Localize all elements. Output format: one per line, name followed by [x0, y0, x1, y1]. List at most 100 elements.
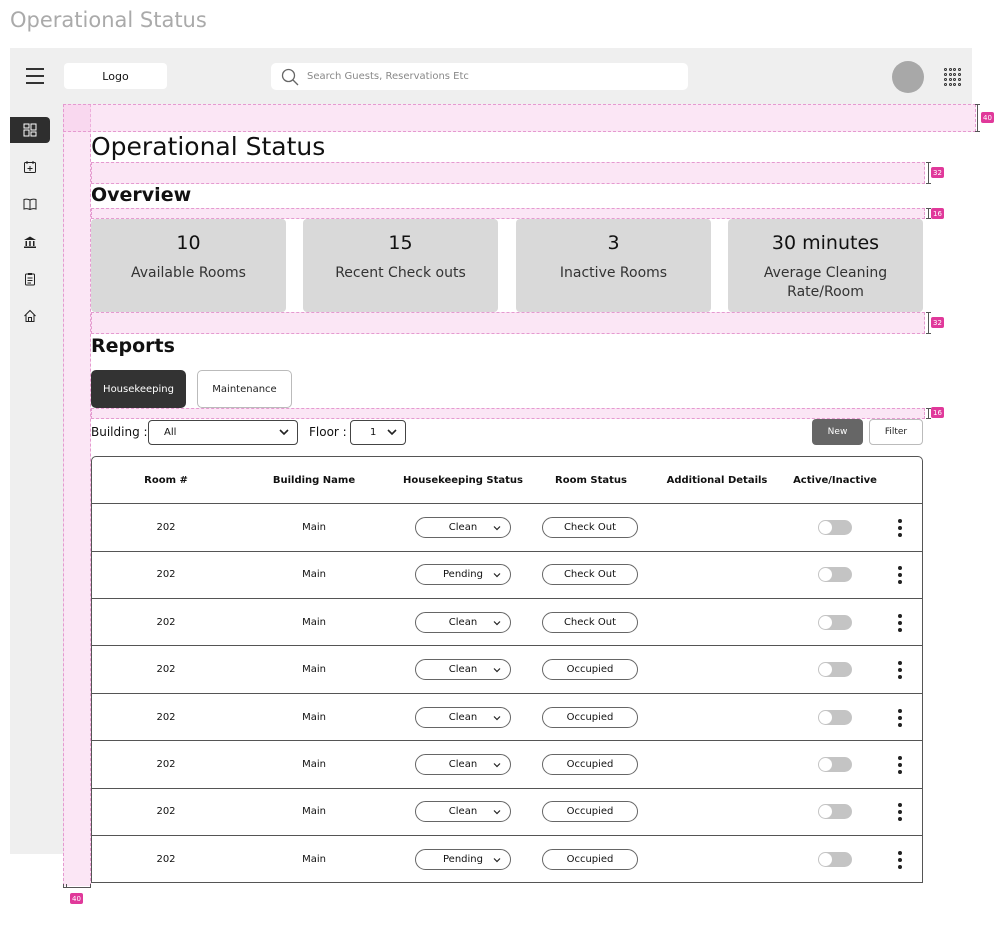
table-header: Room # Building Name Housekeeping Status…: [92, 457, 922, 504]
tab-housekeeping[interactable]: Housekeeping: [91, 370, 186, 408]
table-row: 202 Main Clean Occupied: [92, 646, 922, 694]
cell-building-name: Main: [302, 569, 326, 581]
room-status-value: Occupied: [566, 664, 614, 676]
room-status-badge: Occupied: [542, 659, 638, 681]
sidebar-item-dashboard[interactable]: [10, 117, 50, 143]
housekeeping-status-select[interactable]: Clean: [415, 517, 511, 538]
active-toggle[interactable]: [818, 709, 852, 725]
more-options-icon[interactable]: [896, 708, 904, 727]
cell-room-number: 202: [156, 569, 176, 581]
column-header-room: Room #: [144, 475, 188, 486]
housekeeping-status-select[interactable]: Clean: [415, 754, 511, 775]
spacing-tag: 16: [931, 208, 944, 219]
sidebar-item-book[interactable]: [10, 191, 50, 217]
building-select-value: All: [164, 427, 177, 438]
column-header-additional-details: Additional Details: [666, 475, 768, 486]
active-toggle[interactable]: [818, 851, 852, 867]
bank-icon: [24, 236, 36, 248]
room-status-value: Check Out: [563, 522, 617, 533]
sidebar-item-bank[interactable]: [10, 229, 50, 255]
housekeeping-status-select[interactable]: Pending: [415, 564, 511, 586]
more-options-icon[interactable]: [896, 756, 904, 774]
floor-select[interactable]: 1: [350, 420, 406, 445]
active-toggle[interactable]: [818, 804, 852, 820]
more-options-icon[interactable]: [896, 803, 904, 822]
stat-label: Inactive Rooms: [559, 265, 668, 281]
frame-title: Operational Status: [10, 8, 207, 32]
cell-room-number: 202: [156, 522, 176, 533]
stat-card-cleaning-rate: 30 minutes Average Cleaning Rate/Room: [728, 219, 923, 312]
cell-building-name: Main: [302, 853, 326, 865]
chevron-down-icon: [279, 429, 289, 436]
search-input[interactable]: [307, 71, 667, 82]
book-icon: [23, 198, 37, 211]
filter-button[interactable]: Filter: [869, 419, 923, 445]
active-toggle[interactable]: [818, 567, 852, 583]
stat-label: Recent Check outs: [335, 265, 466, 281]
column-header-active: Active/Inactive: [793, 475, 877, 486]
column-header-housekeeping-status: Housekeeping Status: [403, 475, 523, 486]
chevron-down-icon: [493, 573, 501, 578]
housekeeping-status-value: Pending: [443, 569, 483, 581]
cell-building-name: Main: [302, 522, 326, 533]
more-options-icon[interactable]: [896, 613, 904, 632]
housekeeping-status-select[interactable]: Clean: [415, 611, 511, 633]
stat-card-inactive-rooms: 3 Inactive Rooms: [516, 219, 711, 312]
sidebar-item-clipboard[interactable]: [10, 266, 50, 292]
search-icon: [281, 68, 299, 85]
reports-title: Reports: [91, 335, 175, 357]
chevron-down-icon: [493, 715, 501, 720]
more-options-icon[interactable]: [896, 519, 904, 537]
tab-maintenance[interactable]: Maintenance: [197, 370, 292, 408]
spacing-guide: [91, 208, 925, 219]
top-bar: Logo: [10, 48, 972, 104]
sidebar-item-calendar[interactable]: [10, 154, 50, 180]
active-toggle[interactable]: [818, 757, 852, 772]
stat-label: Available Rooms: [131, 265, 246, 281]
cell-room-number: 202: [156, 616, 176, 628]
chevron-down-icon: [387, 429, 397, 436]
new-button[interactable]: New: [812, 419, 863, 445]
chevron-down-icon: [493, 763, 501, 768]
housekeeping-table: Room # Building Name Housekeeping Status…: [91, 456, 923, 883]
room-status-value: Occupied: [566, 853, 614, 865]
room-status-value: Check Out: [563, 616, 617, 628]
cell-building-name: Main: [302, 806, 326, 818]
housekeeping-status-select[interactable]: Clean: [415, 801, 511, 823]
active-toggle[interactable]: [818, 614, 852, 630]
spacing-guide-left: [63, 104, 91, 886]
more-options-icon[interactable]: [896, 850, 904, 869]
cell-building-name: Main: [302, 664, 326, 676]
stat-value: 10: [176, 232, 201, 254]
cell-building-name: Main: [302, 759, 326, 770]
logo[interactable]: Logo: [64, 63, 167, 89]
housekeeping-status-select[interactable]: Pending: [415, 848, 511, 870]
cell-building-name: Main: [302, 616, 326, 628]
search-bar[interactable]: [271, 63, 688, 90]
page-title: Operational Status: [91, 132, 326, 161]
avatar[interactable]: [892, 61, 924, 93]
hamburger-menu-icon[interactable]: [26, 68, 44, 84]
column-header-building: Building Name: [272, 475, 356, 486]
table-row: 202 Main Pending Occupied: [92, 836, 922, 884]
cell-room-number: 202: [156, 664, 176, 676]
spacing-guide-top: [63, 104, 976, 132]
active-toggle[interactable]: [818, 520, 852, 535]
column-header-room-status: Room Status: [555, 475, 627, 486]
stat-card-recent-checkouts: 15 Recent Check outs: [303, 219, 498, 312]
more-options-icon[interactable]: [896, 661, 904, 680]
chevron-down-icon: [493, 668, 501, 673]
building-select[interactable]: All: [148, 420, 298, 445]
floor-select-value: 1: [370, 427, 377, 438]
sidebar-item-home[interactable]: [10, 303, 50, 329]
clipboard-icon: [25, 273, 35, 286]
cell-room-number: 202: [156, 711, 176, 723]
cell-room-number: 202: [156, 853, 176, 865]
housekeeping-status-select[interactable]: Clean: [415, 706, 511, 728]
apps-grid-icon[interactable]: [944, 68, 962, 86]
active-toggle[interactable]: [818, 662, 852, 678]
spacing-bracket: [63, 884, 91, 888]
housekeeping-status-select[interactable]: Clean: [415, 659, 511, 681]
more-options-icon[interactable]: [896, 566, 904, 585]
housekeeping-status-value: Clean: [448, 522, 478, 533]
